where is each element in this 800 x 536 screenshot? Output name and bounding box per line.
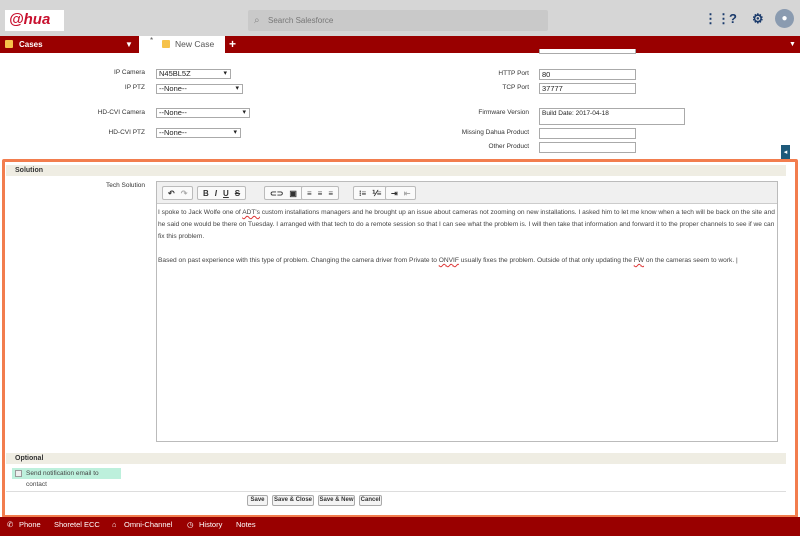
other-product-label: Other Product <box>488 143 529 150</box>
add-tab-button[interactable]: + <box>229 36 236 53</box>
app-label: Cases <box>19 40 43 49</box>
other-product-input[interactable] <box>539 142 636 153</box>
hdcvi-ptz-value: --None-- <box>159 128 187 137</box>
hdcvi-ptz-label: HD-CVI PTZ <box>108 129 145 136</box>
ip-ptz-value: --None-- <box>159 84 187 93</box>
http-port-input[interactable]: 80 <box>539 69 636 80</box>
tcp-port-label: TCP Port <box>502 84 529 91</box>
search-placeholder: Search Salesforce <box>268 16 334 25</box>
app-launcher-icon[interactable]: ⋮⋮ <box>704 11 730 27</box>
utility-bar: ✆ Phone Shoretel ECC ⌂ Omni-Channel ◷ Histo… <box>0 517 800 536</box>
hdcvi-ptz-select[interactable]: --None-- <box>156 128 241 138</box>
app-cases[interactable]: Cases <box>0 36 138 53</box>
tcp-port-input[interactable]: 37777 <box>539 83 636 94</box>
gear-icon[interactable]: ⚙ <box>752 11 764 27</box>
hdcvi-camera-label: HD-CVI Camera <box>97 109 145 116</box>
ip-camera-value: N45BL5Z <box>159 69 191 78</box>
ip-ptz-select[interactable]: --None-- <box>156 84 243 94</box>
tab-label: New Case <box>175 39 215 49</box>
tab-new-case[interactable]: * New Case <box>139 36 225 53</box>
ip-camera-label: IP Camera <box>114 69 145 76</box>
utility-shoretel[interactable]: Shoretel ECC <box>54 517 100 533</box>
clock-icon: ◷ <box>187 520 194 529</box>
highlight-box <box>2 159 798 518</box>
collapse-panel-handle[interactable]: ◂ <box>781 145 790 160</box>
hdcvi-camera-value: --None-- <box>159 108 187 117</box>
missing-product-label: Missing Dahua Product <box>461 129 529 136</box>
cases-icon <box>5 40 13 48</box>
missing-product-input[interactable] <box>539 128 636 139</box>
http-port-label: HTTP Port <box>498 70 529 77</box>
utility-history[interactable]: History <box>199 517 222 533</box>
help-icon[interactable]: ? <box>729 11 737 26</box>
hdcvi-camera-select[interactable]: --None-- <box>156 108 250 118</box>
omni-channel-icon: ⌂ <box>112 520 117 529</box>
utility-notes[interactable]: Notes <box>236 517 256 533</box>
avatar[interactable]: ● <box>775 9 794 28</box>
utility-omni-channel[interactable]: Omni-Channel <box>124 517 172 533</box>
search-icon: ⌕ <box>254 15 260 26</box>
dahua-logo: @hua <box>5 10 64 31</box>
phone-icon: ✆ <box>7 520 14 529</box>
utility-phone[interactable]: Phone <box>19 517 41 533</box>
search-input[interactable]: ⌕ Search Salesforce <box>248 10 548 31</box>
modified-marker: * <box>150 36 154 45</box>
firmware-label: Firmware Version <box>478 109 529 116</box>
ip-camera-select[interactable]: N45BL5Z <box>156 69 231 79</box>
firmware-textarea[interactable]: Build Date: 2017-04-18 <box>539 108 685 125</box>
chevron-down-icon[interactable]: ▼ <box>125 36 133 53</box>
partial-field <box>539 49 636 54</box>
chevron-down-icon[interactable]: ▼ <box>789 36 796 53</box>
case-icon <box>162 40 170 48</box>
ip-ptz-label: IP PTZ <box>124 84 145 91</box>
